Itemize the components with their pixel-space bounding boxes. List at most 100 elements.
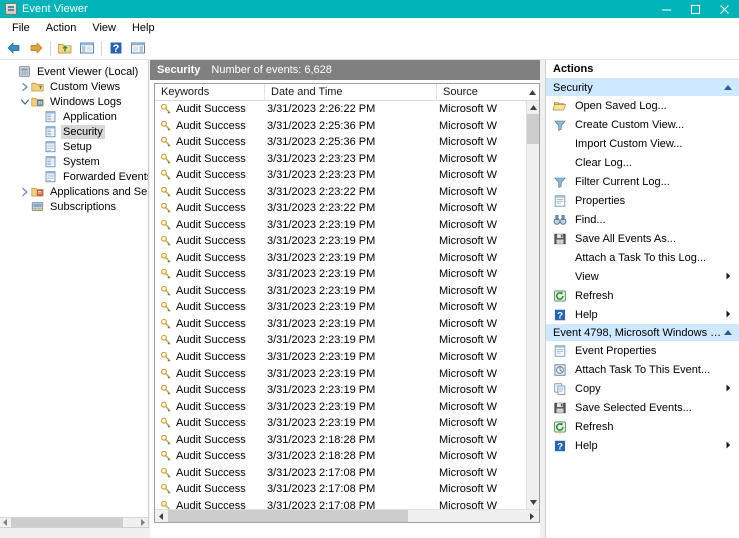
action-item-help[interactable]: ? Help [546,436,739,455]
menu-view[interactable]: View [84,19,124,36]
action-item-open-saved-log[interactable]: Open Saved Log... [546,96,739,115]
event-row[interactable]: Audit Success 3/31/2023 2:23:19 PM Microso… [155,316,526,333]
event-row[interactable]: Audit Success 3/31/2023 2:23:19 PM Microso… [155,332,526,349]
maximize-button[interactable] [681,0,710,18]
action-item-copy[interactable]: Copy [546,379,739,398]
up-one-level-button[interactable] [54,38,76,59]
action-item-filter-current-log[interactable]: Filter Current Log... [546,172,739,191]
event-row[interactable]: Audit Success 3/31/2023 2:23:23 PM Microso… [155,167,526,184]
event-row[interactable]: Audit Success 3/31/2023 2:23:22 PM Microso… [155,200,526,217]
minimize-button[interactable] [652,0,681,18]
action-item-attach-task-to-this-event[interactable]: Attach Task To This Event... [546,360,739,379]
event-row[interactable]: Audit Success 3/31/2023 2:23:19 PM Microso… [155,349,526,366]
column-header-datetime[interactable]: Date and Time [265,84,437,101]
chevron-down-icon[interactable] [19,94,30,109]
windows-logs-folder-icon [30,95,45,108]
action-item-view[interactable]: View [546,267,739,286]
actions-section-header[interactable]: Event 4798, Microsoft Windows security..… [546,324,739,341]
action-item-event-properties[interactable]: Event Properties [546,341,739,360]
tree-item-subscriptions[interactable]: Subscriptions [2,199,148,214]
event-row[interactable]: Audit Success 3/31/2023 2:17:08 PM Microso… [155,481,526,498]
menu-file[interactable]: File [4,19,38,36]
tree-item-custom-views[interactable]: Custom Views [2,79,148,94]
list-scroll-right-arrow[interactable] [526,510,539,523]
tree-item-windows-logs[interactable]: Windows Logs [2,94,148,109]
chevron-right-icon[interactable] [19,79,30,94]
column-scroll-up-arrow[interactable] [526,84,539,101]
event-row[interactable]: Audit Success 3/31/2023 2:23:19 PM Microso… [155,382,526,399]
list-scroll-left-arrow[interactable] [155,510,168,523]
event-row[interactable]: Audit Success 3/31/2023 2:23:19 PM Microso… [155,266,526,283]
action-item-properties[interactable]: Properties [546,191,739,210]
action-item-import-custom-view[interactable]: Import Custom View... [546,134,739,153]
action-item-refresh[interactable]: Refresh [546,417,739,436]
show-hide-console-tree-button[interactable] [76,38,98,59]
scroll-down-arrow[interactable] [527,496,539,509]
event-row[interactable]: Audit Success 3/31/2023 2:23:19 PM Microso… [155,415,526,432]
event-source-cell: Microsoft W [439,433,498,446]
tree-horizontal-scrollbar[interactable] [0,517,148,528]
tree-item-forwarded-events[interactable]: Forwarded Events [2,169,148,184]
collapse-chevron-up-icon[interactable] [722,328,734,337]
action-item-clear-log[interactable]: Clear Log... [546,153,739,172]
menu-help[interactable]: Help [124,19,163,36]
tree-scroll-track[interactable] [11,517,138,527]
event-source-cell: Microsoft W [439,218,498,231]
forward-button[interactable] [25,38,47,59]
event-row[interactable]: Audit Success 3/31/2023 2:23:19 PM Microso… [155,250,526,267]
scroll-left-arrow[interactable] [0,518,11,528]
tree-item-applications-and-services-lo[interactable]: Applications and Services Lo [2,184,148,199]
list-scroll-track[interactable] [168,509,526,522]
show-hide-action-pane-button[interactable] [127,38,149,59]
action-item-save-all-events-as[interactable]: Save All Events As... [546,229,739,248]
event-row[interactable]: Audit Success 3/31/2023 2:23:23 PM Microso… [155,151,526,168]
event-row[interactable]: Audit Success 3/31/2023 2:25:36 PM Microso… [155,118,526,135]
chevron-right-icon[interactable] [19,184,30,199]
collapse-chevron-up-icon[interactable] [722,83,734,92]
event-list-horizontal-scrollbar[interactable] [155,509,539,522]
event-row[interactable]: Audit Success 3/31/2023 2:26:22 PM Microso… [155,101,526,118]
event-row[interactable]: Audit Success 3/31/2023 2:23:19 PM Microso… [155,365,526,382]
event-row[interactable]: Audit Success 3/31/2023 2:18:28 PM Microso… [155,448,526,465]
action-item-help[interactable]: ? Help [546,305,739,324]
close-button[interactable] [710,0,739,18]
event-list-vertical-scrollbar[interactable] [526,101,539,509]
event-row[interactable]: Audit Success 3/31/2023 2:17:08 PM Microso… [155,464,526,481]
event-row[interactable]: Audit Success 3/31/2023 2:23:22 PM Microso… [155,184,526,201]
action-item-find[interactable]: Find... [546,210,739,229]
event-row[interactable]: Audit Success 3/31/2023 2:23:19 PM Microso… [155,398,526,415]
action-icon-placeholder [552,270,568,284]
tree-item-event-viewer-local[interactable]: Event Viewer (Local) [2,64,148,79]
event-row[interactable]: Audit Success 3/31/2023 2:23:19 PM Microso… [155,233,526,250]
scroll-right-arrow[interactable] [138,518,148,528]
vertical-scroll-thumb[interactable] [527,114,539,144]
title-bar[interactable]: Event Viewer [0,0,739,18]
tree-item-label: System [63,155,100,168]
log-icon [43,125,58,138]
event-keywords-text: Audit Success [176,136,246,149]
action-item-save-selected-events[interactable]: Save Selected Events... [546,398,739,417]
help-button[interactable]: ? [105,38,127,59]
action-item-attach-a-task-to-this-log[interactable]: Attach a Task To this Log... [546,248,739,267]
column-header-source[interactable]: Source [437,84,528,101]
scroll-up-arrow[interactable] [527,101,539,114]
back-button[interactable] [3,38,25,59]
event-source-cell: Microsoft W [439,268,498,281]
menu-action[interactable]: Action [38,19,85,36]
tree-scroll-thumb[interactable] [11,517,123,527]
tree-item-security[interactable]: Security [2,124,148,139]
event-row[interactable]: Audit Success 3/31/2023 2:25:36 PM Microso… [155,134,526,151]
tree-item-application[interactable]: Application [2,109,148,124]
action-item-create-custom-view[interactable]: Create Custom View... [546,115,739,134]
event-row[interactable]: Audit Success 3/31/2023 2:23:19 PM Microso… [155,299,526,316]
tree-item-setup[interactable]: Setup [2,139,148,154]
actions-section-header[interactable]: Security [546,79,739,96]
event-row[interactable]: Audit Success 3/31/2023 2:23:19 PM Microso… [155,217,526,234]
action-item-refresh[interactable]: Refresh [546,286,739,305]
event-row[interactable]: Audit Success 3/31/2023 2:23:19 PM Microso… [155,283,526,300]
tree-item-system[interactable]: System [2,154,148,169]
event-row[interactable]: Audit Success 3/31/2023 2:17:08 PM Microso… [155,497,526,509]
event-row[interactable]: Audit Success 3/31/2023 2:18:28 PM Microso… [155,431,526,448]
list-scroll-thumb[interactable] [168,509,408,522]
column-header-keywords[interactable]: Keywords [155,84,265,101]
